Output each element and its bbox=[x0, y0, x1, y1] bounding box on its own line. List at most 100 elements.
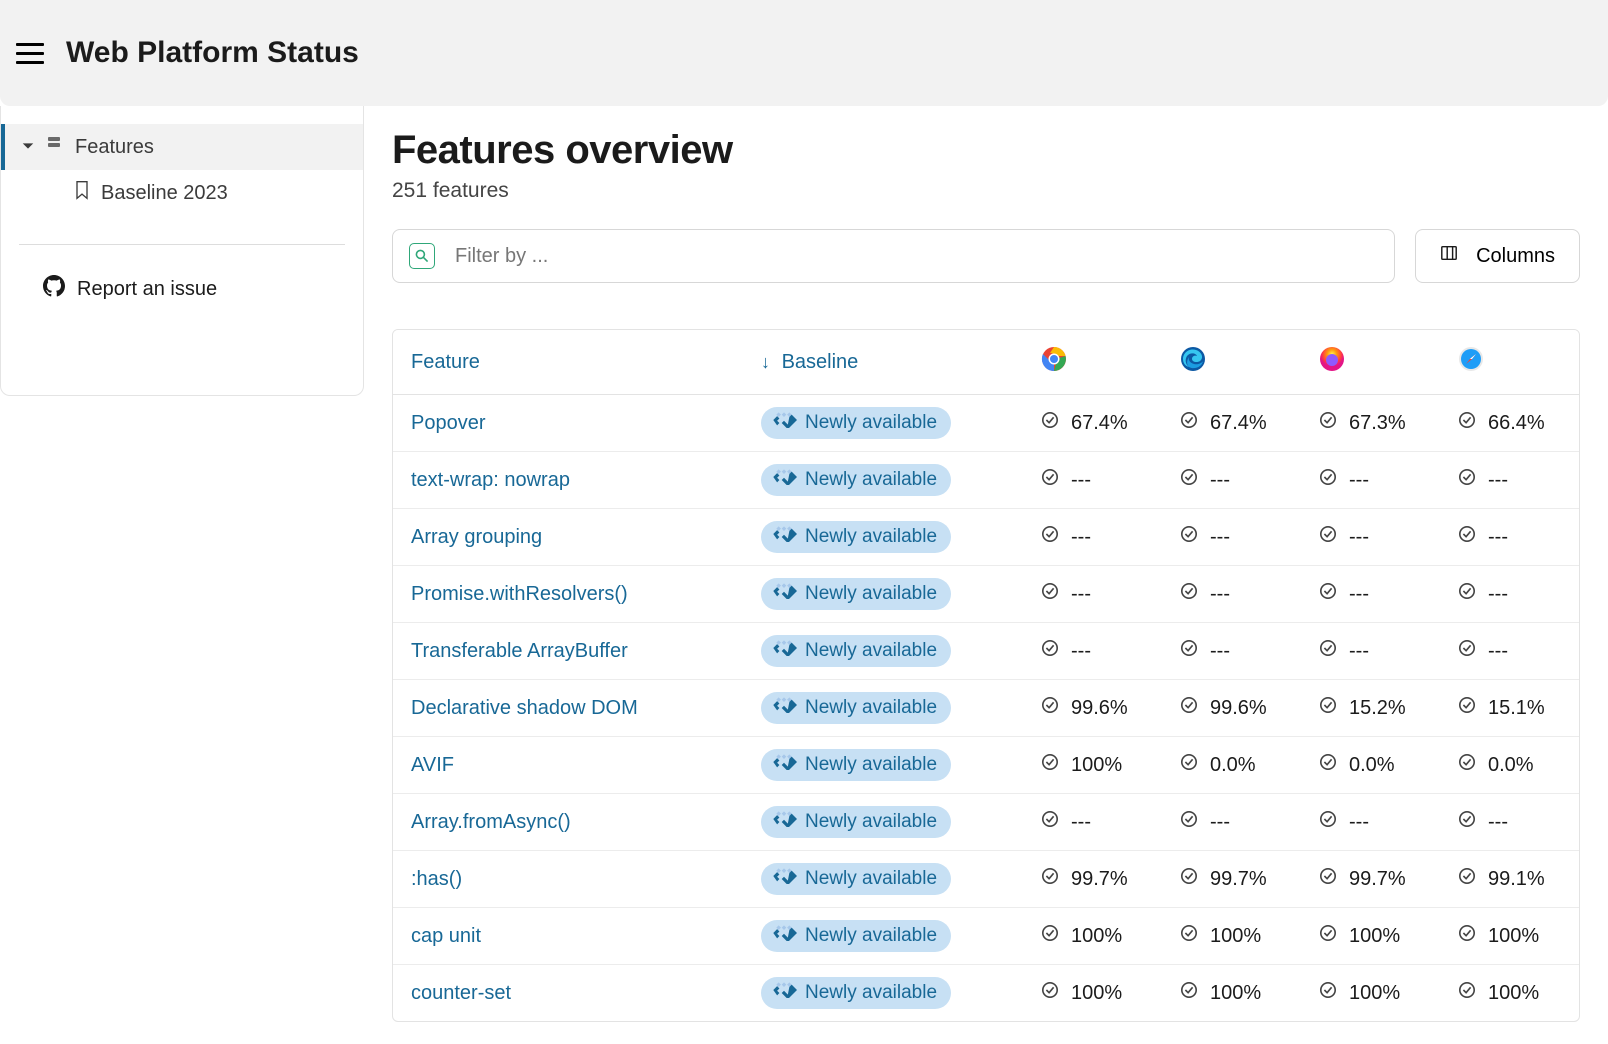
metric-value: --- bbox=[1210, 811, 1270, 834]
check-icon bbox=[1180, 753, 1198, 777]
metric-cell: --- bbox=[1319, 525, 1409, 549]
feature-link[interactable]: Transferable ArrayBuffer bbox=[411, 640, 628, 662]
metric-value: --- bbox=[1488, 811, 1548, 834]
metric-value: 0.0% bbox=[1349, 754, 1409, 777]
check-icon bbox=[1041, 867, 1059, 891]
search-icon bbox=[409, 243, 435, 269]
sidebar-item-features[interactable]: Features bbox=[1, 124, 363, 170]
check-icon bbox=[1041, 582, 1059, 606]
filter-input[interactable] bbox=[455, 245, 1378, 268]
baseline-chip: Newly available bbox=[761, 977, 951, 1009]
check-icon bbox=[1180, 468, 1198, 492]
metric-value: --- bbox=[1349, 640, 1409, 663]
check-icon bbox=[1458, 810, 1476, 834]
column-header-firefox[interactable] bbox=[1301, 330, 1440, 395]
metric-value: 0.0% bbox=[1488, 754, 1548, 777]
column-header-chrome[interactable] bbox=[1023, 330, 1162, 395]
feature-link[interactable]: :has() bbox=[411, 868, 462, 890]
metric-value: 99.7% bbox=[1071, 868, 1131, 891]
metric-value: 100% bbox=[1071, 982, 1131, 1005]
column-header-feature[interactable]: Feature bbox=[393, 330, 743, 395]
check-icon bbox=[1458, 411, 1476, 435]
feature-link[interactable]: Declarative shadow DOM bbox=[411, 697, 638, 719]
feature-link[interactable]: Array.fromAsync() bbox=[411, 811, 571, 833]
metric-value: 100% bbox=[1488, 925, 1548, 948]
app-title: Web Platform Status bbox=[66, 36, 359, 70]
check-icon bbox=[1041, 468, 1059, 492]
check-icon bbox=[1180, 639, 1198, 663]
metric-value: --- bbox=[1349, 469, 1409, 492]
filter-input-wrap[interactable] bbox=[392, 229, 1395, 283]
menu-icon[interactable] bbox=[8, 29, 56, 77]
metric-cell: 99.7% bbox=[1319, 867, 1409, 891]
metric-cell: --- bbox=[1319, 468, 1409, 492]
metric-cell: 99.7% bbox=[1041, 867, 1131, 891]
sort-descending-icon: ↓ bbox=[761, 352, 770, 373]
baseline-newly-icon bbox=[771, 925, 797, 947]
columns-button-label: Columns bbox=[1476, 245, 1555, 268]
metric-value: 99.7% bbox=[1349, 868, 1409, 891]
baseline-chip-label: Newly available bbox=[805, 640, 937, 662]
column-header-baseline[interactable]: ↓ Baseline bbox=[743, 330, 1023, 395]
table-row: Transferable ArrayBuffer Newly available -… bbox=[393, 623, 1579, 680]
column-header-edge[interactable] bbox=[1162, 330, 1301, 395]
check-icon bbox=[1458, 582, 1476, 606]
metric-value: 100% bbox=[1349, 925, 1409, 948]
baseline-chip: Newly available bbox=[761, 578, 951, 610]
safari-icon bbox=[1458, 346, 1484, 372]
check-icon bbox=[1180, 411, 1198, 435]
metric-value: 0.0% bbox=[1210, 754, 1270, 777]
metric-cell: --- bbox=[1180, 810, 1270, 834]
metric-value: --- bbox=[1210, 640, 1270, 663]
metric-value: 100% bbox=[1210, 982, 1270, 1005]
metric-cell: --- bbox=[1180, 525, 1270, 549]
metric-cell: 100% bbox=[1319, 981, 1409, 1005]
metric-cell: 66.4% bbox=[1458, 411, 1548, 435]
baseline-newly-icon bbox=[771, 697, 797, 719]
metric-value: --- bbox=[1210, 583, 1270, 606]
metric-value: --- bbox=[1488, 640, 1548, 663]
feature-link[interactable]: AVIF bbox=[411, 754, 454, 776]
baseline-newly-icon bbox=[771, 868, 797, 890]
metric-value: 67.3% bbox=[1349, 412, 1409, 435]
metric-value: --- bbox=[1488, 583, 1548, 606]
table-row: PopoverNewly available67.4%67.4%67.3%66.… bbox=[393, 395, 1579, 452]
sidebar-item-label: Features bbox=[75, 136, 154, 159]
metric-cell: --- bbox=[1041, 582, 1131, 606]
column-header-safari[interactable] bbox=[1440, 330, 1579, 395]
feature-link[interactable]: counter-set bbox=[411, 982, 511, 1004]
check-icon bbox=[1458, 924, 1476, 948]
feature-link[interactable]: Promise.withResolvers() bbox=[411, 583, 628, 605]
page-title: Features overview bbox=[392, 128, 1580, 173]
columns-button[interactable]: Columns bbox=[1415, 229, 1580, 283]
check-icon bbox=[1180, 867, 1198, 891]
sidebar-item-baseline-2023[interactable]: Baseline 2023 bbox=[1, 170, 363, 216]
metric-cell: 67.4% bbox=[1041, 411, 1131, 435]
metric-cell: 100% bbox=[1041, 981, 1131, 1005]
table-row: text-wrap: nowrapNewly available--------… bbox=[393, 452, 1579, 509]
baseline-newly-icon bbox=[771, 982, 797, 1004]
metric-cell: --- bbox=[1180, 468, 1270, 492]
metric-cell: 100% bbox=[1458, 924, 1548, 948]
columns-icon bbox=[1440, 244, 1458, 268]
feature-link[interactable]: Popover bbox=[411, 412, 486, 434]
metric-value: 100% bbox=[1488, 982, 1548, 1005]
metric-value: 15.1% bbox=[1488, 697, 1548, 720]
check-icon bbox=[1319, 981, 1337, 1005]
feature-link[interactable]: cap unit bbox=[411, 925, 481, 947]
feature-link[interactable]: text-wrap: nowrap bbox=[411, 469, 570, 491]
table-row: Promise.withResolvers() Newly available --… bbox=[393, 566, 1579, 623]
metric-cell: 15.1% bbox=[1458, 696, 1548, 720]
metric-cell: 100% bbox=[1041, 924, 1131, 948]
metric-value: --- bbox=[1071, 526, 1131, 549]
check-icon bbox=[1319, 924, 1337, 948]
metric-value: --- bbox=[1349, 583, 1409, 606]
sidebar-divider bbox=[19, 244, 345, 245]
check-icon bbox=[1319, 753, 1337, 777]
metric-value: --- bbox=[1071, 583, 1131, 606]
report-issue-link[interactable]: Report an issue bbox=[1, 265, 363, 313]
metric-cell: 100% bbox=[1041, 753, 1131, 777]
metric-cell: --- bbox=[1458, 582, 1548, 606]
feature-link[interactable]: Array grouping bbox=[411, 526, 542, 548]
check-icon bbox=[1319, 696, 1337, 720]
